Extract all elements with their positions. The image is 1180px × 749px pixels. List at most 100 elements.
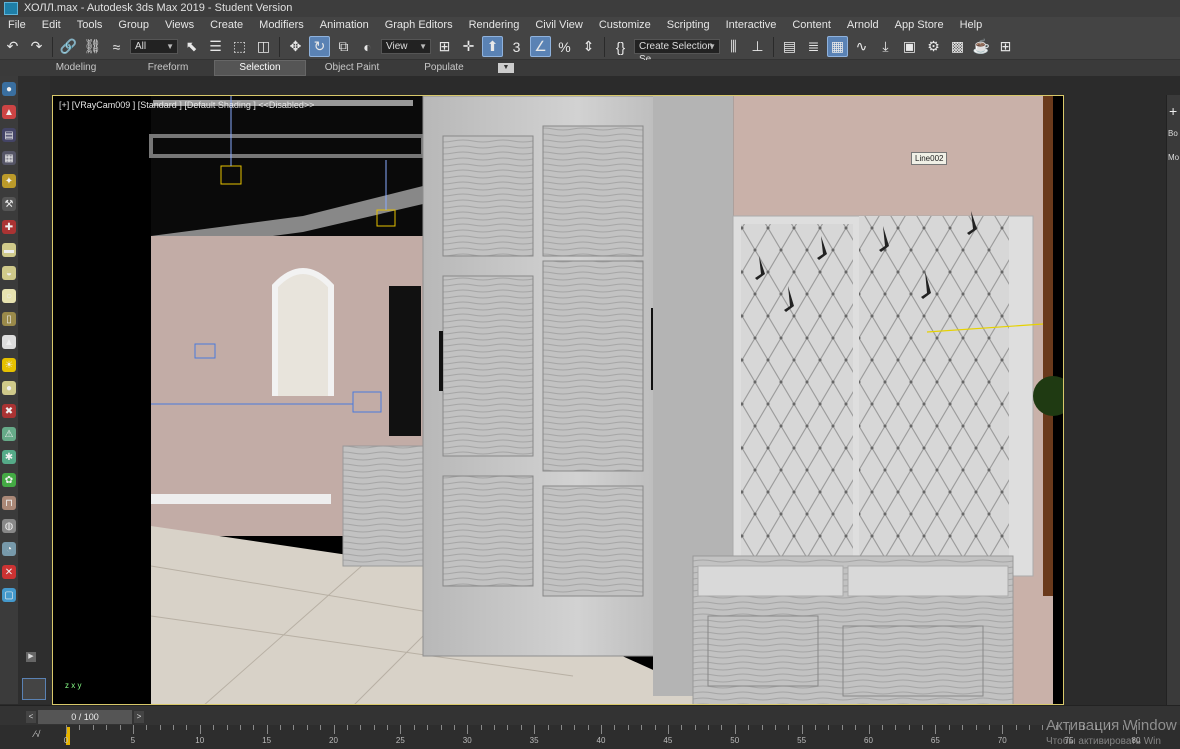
menu-interactive[interactable]: Interactive <box>718 17 785 34</box>
box-icon[interactable]: ▬ <box>2 243 16 257</box>
menu-group[interactable]: Group <box>110 17 157 34</box>
scale-icon[interactable]: ⧉ <box>333 36 354 57</box>
align-icon[interactable]: ⊥ <box>747 36 768 57</box>
helpers-icon[interactable]: ✦ <box>2 174 16 188</box>
frame-tick-label: 40 <box>596 736 606 745</box>
camera-viewport[interactable]: [+] [VRayCam009 ] [Standard ] [Default S… <box>52 95 1064 705</box>
sun-icon[interactable]: ☀ <box>2 358 16 372</box>
cylinder-icon[interactable]: ▯ <box>2 312 16 326</box>
foliage-icon[interactable]: ✿ <box>2 473 16 487</box>
link-icon[interactable]: 🔗 <box>58 36 79 57</box>
track-bar[interactable]: ⁄√ 0 5 10 15 20 25 30 35 40 45 50 55 60 65 70 75 80 <box>0 725 1180 749</box>
select-by-name-icon[interactable]: ☰ <box>205 36 226 57</box>
redo-icon[interactable]: ↷ <box>26 36 47 57</box>
select-object-icon[interactable]: ⬉ <box>181 36 202 57</box>
named-selection-select[interactable]: Create Selection Se▼ <box>634 39 720 65</box>
ribbon-options-icon[interactable]: ▼ <box>498 63 514 73</box>
menu-arnold[interactable]: Arnold <box>839 17 887 34</box>
compound-icon[interactable]: ⚠ <box>2 427 16 441</box>
time-slider[interactable]: 0 / 100 <box>38 710 132 724</box>
menu-graph-editors[interactable]: Graph Editors <box>377 17 461 34</box>
menu-content[interactable]: Content <box>784 17 839 34</box>
teapot-icon[interactable]: ● <box>2 381 16 395</box>
frame-tick <box>641 725 643 730</box>
particles-icon[interactable]: ✖ <box>2 404 16 418</box>
curve-editor-icon[interactable]: ∿ <box>851 36 872 57</box>
door-frame <box>1043 96 1053 596</box>
time-prev-arrow-icon[interactable]: < <box>26 711 36 723</box>
menu-views[interactable]: Views <box>157 17 202 34</box>
rect-selection-icon[interactable]: ⬚ <box>229 36 250 57</box>
lights-icon[interactable]: ▤ <box>2 128 16 142</box>
angle-snap-icon[interactable]: ∠ <box>530 36 551 57</box>
unlink-icon[interactable]: ⛓ <box>82 36 103 57</box>
toggle-ribbon-icon[interactable]: ▦ <box>827 36 848 57</box>
percent-snap-icon[interactable]: % <box>554 36 575 57</box>
edit-named-selection-icon[interactable]: {} <box>610 36 631 57</box>
menu-animation[interactable]: Animation <box>312 17 377 34</box>
rendered-frame-window-icon[interactable]: ▩ <box>947 36 968 57</box>
render-setup-icon[interactable]: ⚙ <box>923 36 944 57</box>
material-editor-icon[interactable]: ▣ <box>899 36 920 57</box>
stairs-icon[interactable]: ⊓ <box>2 496 16 510</box>
menu-file[interactable]: File <box>0 17 34 34</box>
shapes-icon[interactable]: ▲ <box>2 105 16 119</box>
systems-icon[interactable]: ✚ <box>2 220 16 234</box>
panel-rollout-label[interactable]: Bo <box>1168 129 1178 138</box>
delete-icon[interactable]: ✕ <box>2 565 16 579</box>
snaps-toggle-icon[interactable]: 3 <box>506 36 527 57</box>
tab-populate[interactable]: Populate <box>398 61 490 75</box>
tab-freeform[interactable]: Freeform <box>122 61 214 75</box>
schematic-view-icon[interactable]: ⤓ <box>875 36 896 57</box>
sphere-icon[interactable]: ◒ <box>2 266 16 280</box>
menu-customize[interactable]: Customize <box>591 17 659 34</box>
selection-toggle-icon[interactable]: ▢ <box>2 588 16 602</box>
space-warps-icon[interactable]: ⚒ <box>2 197 16 211</box>
door-icon[interactable]: ◍ <box>2 519 16 533</box>
panel-rollout-label[interactable]: Mo <box>1168 153 1179 162</box>
patch-icon[interactable]: ✱ <box>2 450 16 464</box>
scene-explorer-icon[interactable]: ▤ <box>779 36 800 57</box>
wardrobe-handle-left <box>439 331 443 391</box>
arnold-icon[interactable]: ⊞ <box>995 36 1016 57</box>
menu-rendering[interactable]: Rendering <box>461 17 528 34</box>
menu-help[interactable]: Help <box>952 17 991 34</box>
pivot-center-icon[interactable]: ⊞ <box>434 36 455 57</box>
menu-app-store[interactable]: App Store <box>887 17 952 34</box>
undo-icon[interactable]: ↶ <box>2 36 23 57</box>
place-icon[interactable]: ◐ <box>357 36 378 57</box>
expand-arrow-icon[interactable]: ▶ <box>26 652 36 662</box>
cone-icon[interactable]: ▲ <box>2 335 16 349</box>
render-production-icon[interactable]: ☕ <box>971 36 992 57</box>
keyboard-shortcut-override-icon[interactable]: ⬆ <box>482 36 503 57</box>
frame-tick <box>547 725 549 730</box>
window-crossing-icon[interactable]: ◫ <box>253 36 274 57</box>
viewport-label-menu[interactable]: [+] [VRayCam009 ] [Standard ] [Default S… <box>59 100 314 110</box>
menu-civil-view[interactable]: Civil View <box>527 17 590 34</box>
cameras-icon[interactable]: ▦ <box>2 151 16 165</box>
layer-explorer-icon[interactable]: ≣ <box>803 36 824 57</box>
spinner-snap-icon[interactable]: ⇕ <box>578 36 599 57</box>
rotate-icon[interactable]: ↻ <box>309 36 330 57</box>
menu-scripting[interactable]: Scripting <box>659 17 718 34</box>
geometry-icon[interactable]: ● <box>2 82 16 96</box>
create-tab-icon[interactable]: + <box>1169 103 1177 119</box>
viewport-layout-button[interactable] <box>22 678 46 700</box>
key-filter-icon[interactable]: ⁄√ <box>34 729 40 739</box>
menu-modifiers[interactable]: Modifiers <box>251 17 312 34</box>
menu-edit[interactable]: Edit <box>34 17 69 34</box>
tab-object-paint[interactable]: Object Paint <box>306 61 398 75</box>
geosphere-icon[interactable]: ○ <box>2 289 16 303</box>
menu-tools[interactable]: Tools <box>69 17 111 34</box>
select-manipulate-icon[interactable]: ✛ <box>458 36 479 57</box>
tab-selection[interactable]: Selection <box>214 60 306 76</box>
bind-space-warp-icon[interactable]: ≈ <box>106 36 127 57</box>
tab-modeling[interactable]: Modeling <box>30 61 122 75</box>
time-next-arrow-icon[interactable]: > <box>134 711 144 723</box>
sphere-gizmo-icon[interactable]: ◔ <box>2 542 16 556</box>
selection-filter-select[interactable]: All ▼ <box>130 39 178 54</box>
move-icon[interactable]: ✥ <box>285 36 306 57</box>
reference-coordinate-select[interactable]: View ▼ <box>381 39 431 54</box>
mirror-icon[interactable]: ⫼ <box>723 36 744 57</box>
menu-create[interactable]: Create <box>202 17 251 34</box>
